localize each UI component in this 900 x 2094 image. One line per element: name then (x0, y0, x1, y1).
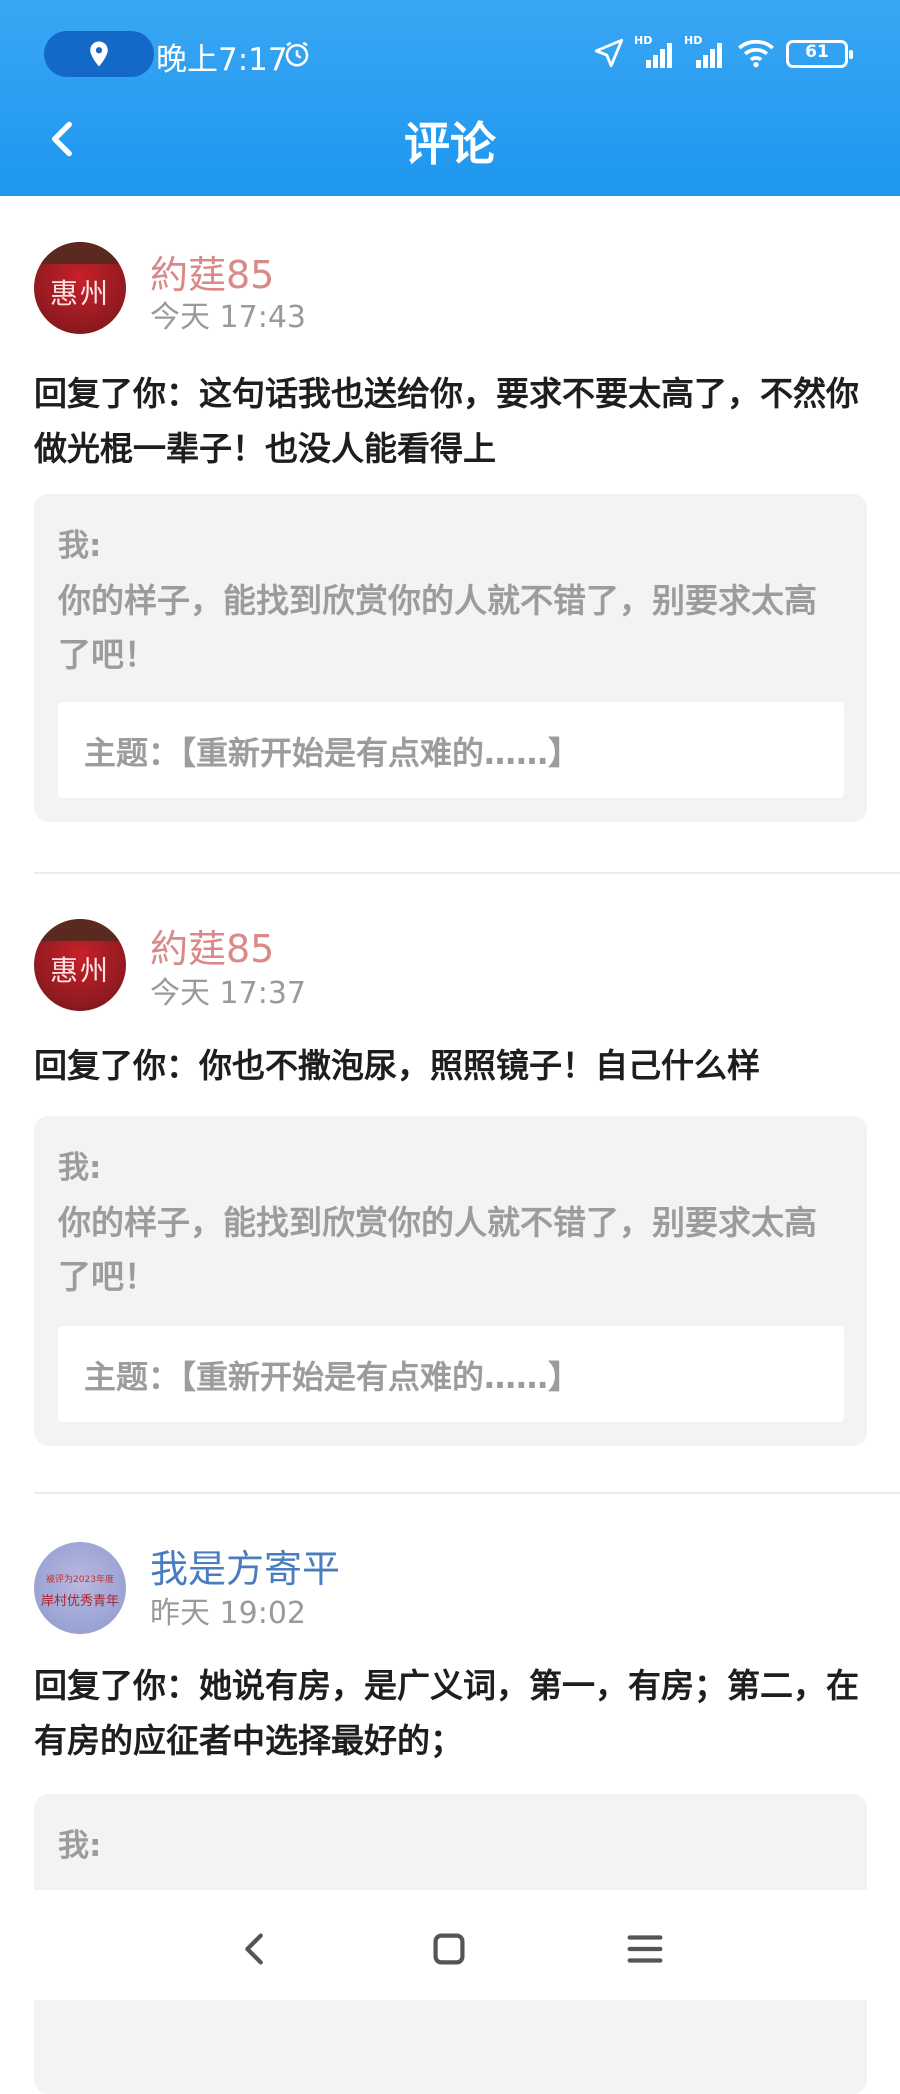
location-icon (90, 41, 108, 67)
username[interactable]: 我是方寄平 (150, 1538, 340, 1593)
quote-author: 我: (58, 1150, 102, 1186)
wifi-icon (738, 39, 774, 68)
username[interactable]: 約莛85 (150, 918, 274, 973)
navigation-icon (594, 38, 624, 68)
reply-text[interactable]: 回复了你：这句话我也送给你，要求不要太高了，不然你做光棍一辈子！也没人能看得上 (34, 366, 874, 476)
timestamp: 昨天 19:02 (150, 1596, 306, 1631)
page-title: 评论 (404, 117, 496, 171)
status-icons: HD HD 61 (592, 34, 853, 72)
avatar-sublabel: 被评为2023年度 (46, 1575, 114, 1585)
quoted-comment[interactable]: 我: 你的样子，能找到欣赏你的人就不错了，别要求太高了吧！ 主题：【重新开始是有… (34, 1116, 867, 1446)
topic-text: 主题：【重新开始是有点难的……】 (84, 1358, 581, 1396)
quote-author: 我: (58, 528, 102, 564)
home-icon (433, 1933, 465, 1965)
navigation-bar: 评论 (0, 96, 900, 186)
reply-text[interactable]: 回复了你：她说有房，是广义词，第一，有房；第二，在有房的应征者中选择最好的； (34, 1658, 874, 1768)
back-icon (245, 1933, 263, 1965)
comment-item: 惠州 約莛85 今天 17:43 回复了你：这句话我也送给你，要求不要太高了，不… (0, 196, 900, 876)
battery-level: 61 (805, 42, 829, 62)
timestamp: 今天 17:43 (150, 300, 306, 335)
avatar-label: 惠州 (49, 277, 110, 310)
quote-author: 我: (58, 1828, 102, 1864)
system-home-button[interactable] (426, 1926, 472, 1972)
network-type-label-2: HD (684, 34, 703, 47)
menu-icon (627, 1935, 663, 1963)
avatar-roof (34, 242, 126, 264)
quote-text: 你的样子，能找到欣赏你的人就不错了，别要求太高了吧！ (58, 1203, 817, 1296)
status-time: 晚上7:17 (156, 42, 288, 78)
username[interactable]: 約莛85 (150, 244, 274, 299)
comment-item: 惠州 約莛85 今天 17:37 回复了你：你也不撒泡尿，照照镜子！自己什么样 … (0, 874, 900, 1496)
location-indicator[interactable] (44, 31, 154, 77)
alarm-icon (285, 41, 309, 67)
avatar-label: 惠州 (49, 954, 110, 987)
quote-text: 你的样子，能找到欣赏你的人就不错了，别要求太高了吧！ (58, 581, 817, 674)
system-menu-button[interactable] (622, 1926, 668, 1972)
battery-icon: 61 (786, 40, 853, 68)
comment-item: 被评为2023年度 岸村优秀青年 我是方寄平 昨天 19:02 回复了你：她说有… (0, 1494, 900, 2094)
avatar[interactable]: 惠州 (34, 242, 126, 334)
signal-icon-2: HD (684, 34, 728, 72)
avatar-roof (34, 919, 126, 941)
app-header: 晚上7:17 HD HD 61 评论 (0, 0, 900, 196)
network-type-label: HD (634, 34, 653, 47)
avatar[interactable]: 被评为2023年度 岸村优秀青年 (34, 1542, 126, 1634)
quoted-comment[interactable]: 我: 你的样子，能找到欣赏你的人就不错了，别要求太高了吧！ 主题：【重新开始是有… (34, 494, 867, 822)
timestamp: 今天 17:37 (150, 976, 306, 1011)
avatar[interactable]: 惠州 (34, 919, 126, 1011)
signal-icon: HD (634, 34, 678, 72)
system-back-button[interactable] (232, 1926, 278, 1972)
topic-link[interactable]: 主题：【重新开始是有点难的……】 (58, 702, 844, 798)
topic-text: 主题：【重新开始是有点难的……】 (84, 734, 581, 772)
topic-link[interactable]: 主题：【重新开始是有点难的……】 (58, 1326, 844, 1422)
status-bar: 晚上7:17 HD HD 61 (0, 26, 900, 82)
avatar-label: 岸村优秀青年 (40, 1594, 119, 1609)
reply-text[interactable]: 回复了你：你也不撒泡尿，照照镜子！自己什么样 (34, 1038, 874, 1093)
system-navigation-bar (0, 1890, 900, 2000)
